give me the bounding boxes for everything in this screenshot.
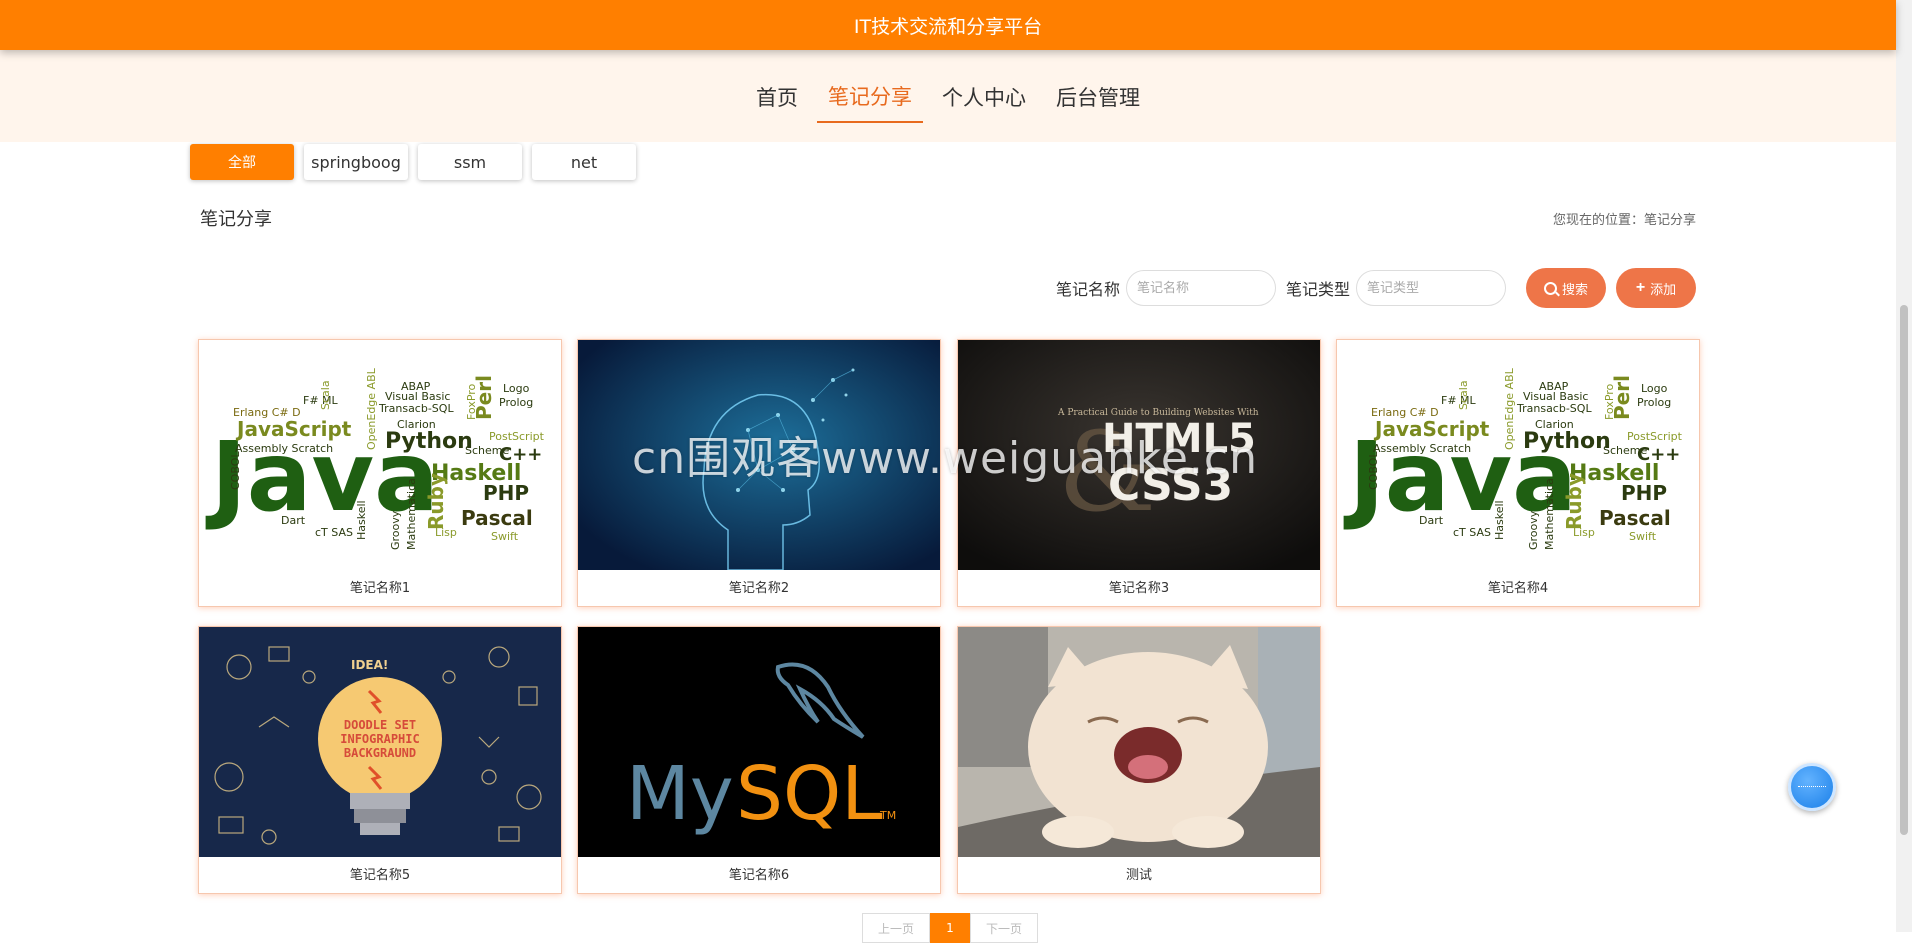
page-scrollbar[interactable]	[1896, 0, 1912, 932]
breadcrumb-prefix: 您现在的位置：	[1552, 213, 1644, 228]
category-tab-net[interactable]: net	[532, 144, 636, 180]
note-card[interactable]: 测试	[957, 626, 1321, 894]
note-title[interactable]: 笔记名称1	[199, 574, 561, 604]
doodle-lightbulb-image	[199, 627, 561, 857]
nav-item-home[interactable]: 首页	[745, 74, 809, 122]
note-title[interactable]: 笔记名称4	[1337, 574, 1699, 604]
note-name-input[interactable]	[1125, 270, 1276, 306]
digital-head-image	[578, 340, 940, 570]
nav-item-profile[interactable]: 个人中心	[931, 74, 1037, 122]
note-thumbnail[interactable]	[958, 340, 1320, 570]
note-card[interactable]: 笔记名称4	[1336, 339, 1700, 607]
site-title: IT技术交流和分享平台	[853, 15, 1043, 38]
search-button[interactable]: 搜索	[1526, 268, 1606, 308]
category-tab-springboog[interactable]: springboog	[304, 144, 408, 180]
add-button[interactable]: + 添加	[1616, 268, 1696, 308]
category-tab-all[interactable]: 全部	[190, 144, 294, 180]
floating-assistant-button[interactable]	[1788, 763, 1836, 811]
note-card[interactable]: 笔记名称1	[198, 339, 562, 607]
current-page-button[interactable]: 1	[930, 913, 970, 943]
note-title[interactable]: 笔记名称3	[958, 574, 1320, 604]
yawning-cat-image	[958, 627, 1320, 857]
search-icon	[1543, 281, 1557, 295]
note-card[interactable]: 笔记名称2	[577, 339, 941, 607]
note-type-input[interactable]	[1356, 270, 1506, 306]
search-bar: 笔记名称 笔记类型 搜索 + 添加	[1056, 268, 1696, 308]
note-thumbnail[interactable]	[1337, 340, 1699, 570]
add-button-label: 添加	[1650, 281, 1677, 297]
mysql-logo-image	[578, 627, 940, 857]
main-nav: 首页 笔记分享 个人中心 后台管理	[0, 50, 1896, 142]
note-thumbnail[interactable]	[958, 627, 1320, 857]
next-page-button[interactable]: 下一页	[970, 913, 1038, 943]
note-title[interactable]: 笔记名称2	[578, 574, 940, 604]
note-card[interactable]: 笔记名称3	[957, 339, 1321, 607]
nav-item-notes[interactable]: 笔记分享	[817, 73, 923, 123]
note-title[interactable]: 笔记名称5	[199, 861, 561, 891]
plus-icon: +	[1635, 279, 1646, 296]
pagination: 上一页 1 下一页	[862, 913, 1038, 943]
note-thumbnail[interactable]	[199, 627, 561, 857]
html5-css3-book-image	[958, 340, 1320, 570]
breadcrumb: 您现在的位置： 笔记分享	[1553, 209, 1696, 228]
top-header-bar: IT技术交流和分享平台	[0, 0, 1896, 50]
note-type-label: 笔记类型	[1285, 280, 1350, 299]
assistant-icon	[1798, 786, 1826, 788]
section-title: 笔记分享	[200, 209, 272, 230]
prev-page-button[interactable]: 上一页	[862, 913, 930, 943]
search-button-label: 搜索	[1561, 281, 1588, 297]
note-thumbnail[interactable]	[578, 627, 940, 857]
note-title[interactable]: 测试	[958, 861, 1320, 891]
nav-item-admin[interactable]: 后台管理	[1045, 74, 1151, 122]
category-tabs: 全部 springboog ssm net	[190, 144, 636, 180]
note-card[interactable]: 笔记名称5	[198, 626, 562, 894]
breadcrumb-current[interactable]: 笔记分享	[1644, 209, 1696, 228]
note-name-label: 笔记名称	[1055, 280, 1120, 299]
java-word-cloud-image	[199, 340, 561, 570]
note-title[interactable]: 笔记名称6	[578, 861, 940, 891]
scrollbar-thumb[interactable]	[1900, 305, 1908, 835]
note-thumbnail[interactable]	[199, 340, 561, 570]
java-word-cloud-image	[1337, 340, 1699, 570]
note-card[interactable]: 笔记名称6	[577, 626, 941, 894]
category-tab-ssm[interactable]: ssm	[418, 144, 522, 180]
note-thumbnail[interactable]	[578, 340, 940, 570]
